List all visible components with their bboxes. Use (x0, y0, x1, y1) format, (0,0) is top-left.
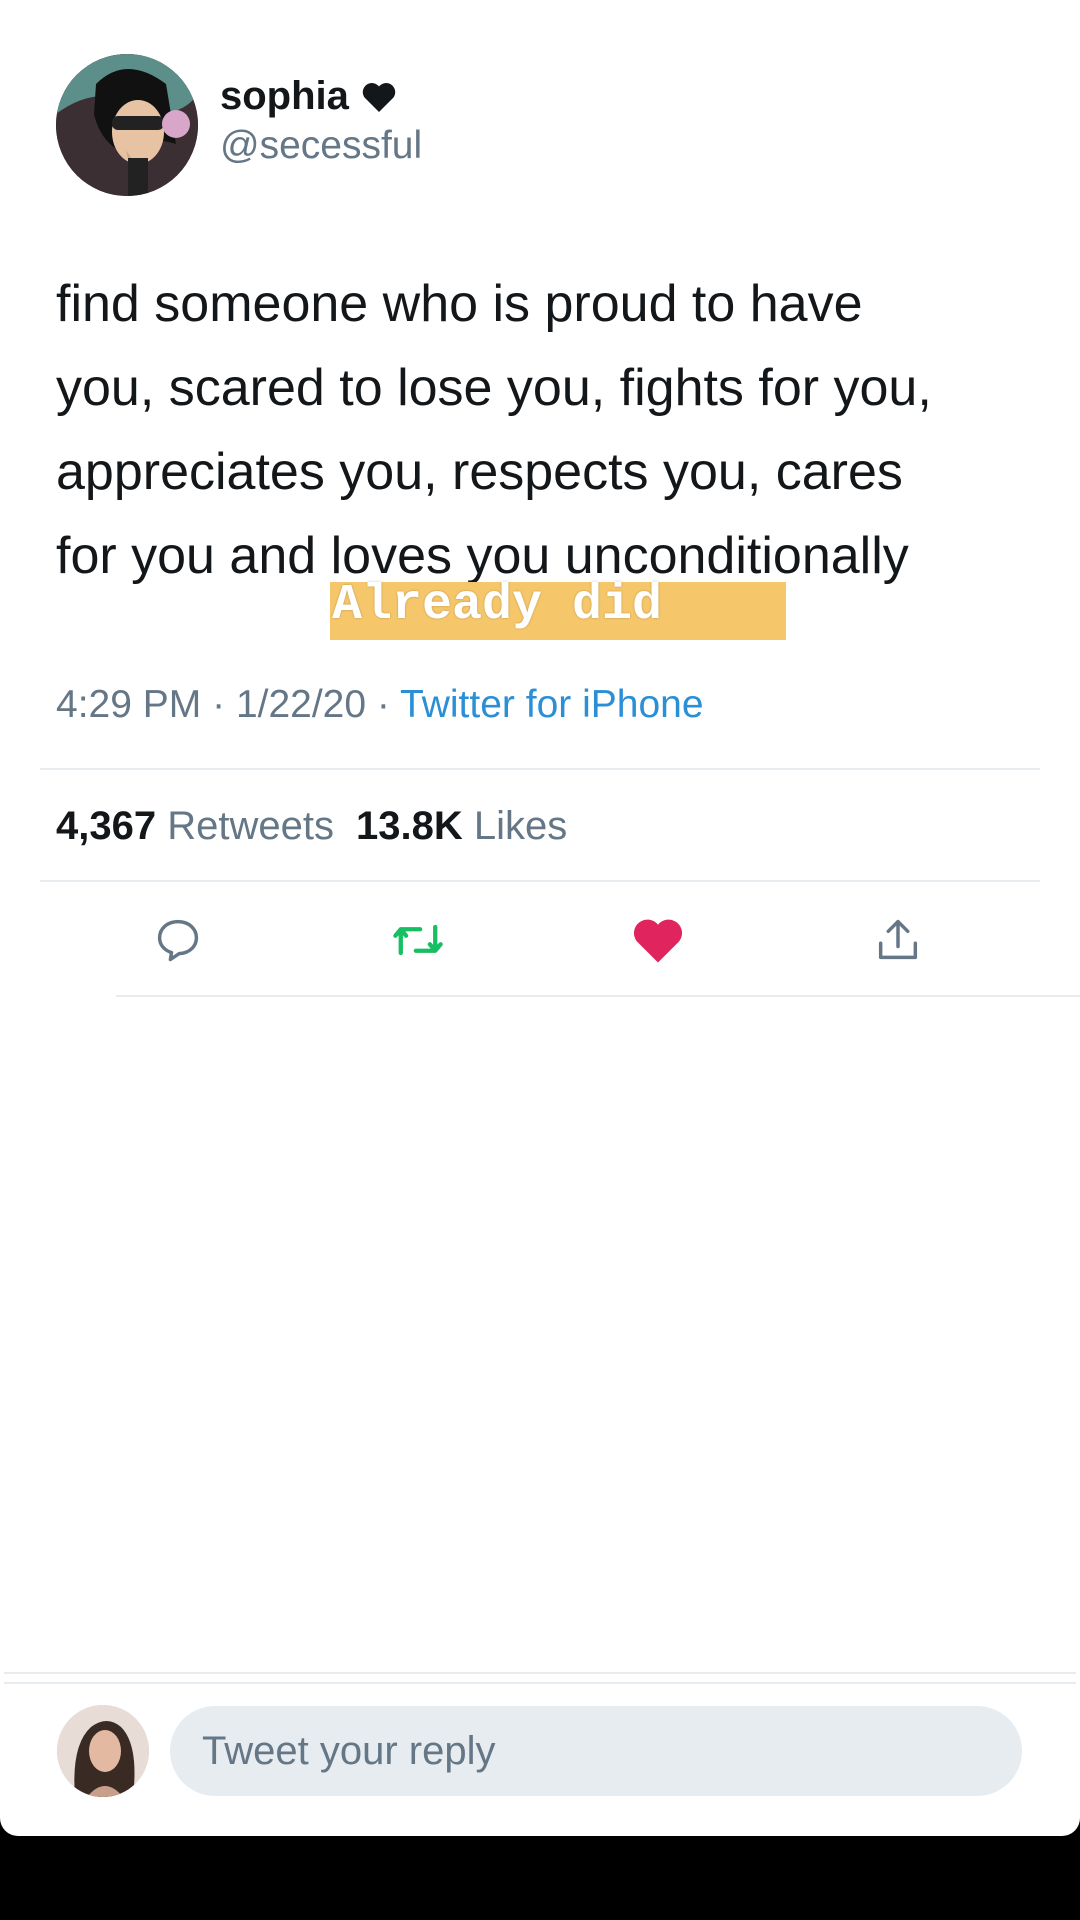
like-button[interactable] (630, 912, 686, 968)
reply-placeholder: Tweet your reply (202, 1728, 496, 1773)
share-button[interactable] (870, 912, 926, 968)
retweet-icon (393, 924, 443, 956)
current-user-avatar[interactable] (57, 1705, 149, 1797)
reply-button[interactable] (150, 912, 206, 968)
reply-input[interactable]: Tweet your reply (170, 1706, 1022, 1796)
cartoon-avatar-image (56, 54, 198, 196)
tweet-stats: 4,367 Retweets 13.8K Likes (56, 804, 567, 849)
story-caption-sticker: Already did (330, 581, 786, 640)
profile-photo-image (57, 1705, 149, 1797)
tweet-date: 1/22/20 (235, 683, 367, 726)
divider (116, 995, 1080, 997)
comment-icon (157, 919, 199, 962)
author-handle[interactable]: @secessful (220, 124, 422, 168)
divider (40, 768, 1040, 770)
author-avatar[interactable] (56, 54, 198, 196)
retweets-count: 4,367 (56, 804, 157, 848)
tweet-source-link[interactable]: Twitter for iPhone (400, 683, 703, 726)
tweet-text: find someone who is proud to have you, s… (56, 275, 932, 585)
author-display-name[interactable]: sophia (220, 74, 349, 119)
meta-separator: · (212, 683, 226, 726)
tweet-detail-screen: sophia @secessful find someone who is pr… (0, 0, 1080, 1836)
likes-stat[interactable]: 13.8K Likes (356, 804, 567, 849)
retweets-stat[interactable]: 4,367 Retweets (56, 804, 334, 849)
divider (4, 1672, 1076, 1674)
retweets-label: Retweets (167, 804, 334, 848)
likes-count: 13.8K (355, 804, 463, 848)
share-icon (878, 919, 918, 960)
retweet-button[interactable] (390, 912, 446, 968)
tweet-time: 4:29 PM (56, 683, 202, 726)
black-heart-icon (362, 82, 396, 112)
divider (40, 880, 1040, 882)
tweet-meta: 4:29 PM · 1/22/20 · Twitter for iPhone (56, 683, 704, 727)
divider (4, 1682, 1076, 1684)
heart-icon (633, 919, 683, 963)
meta-separator: · (376, 683, 390, 726)
author-display-name-row[interactable]: sophia (220, 74, 397, 119)
likes-label: Likes (473, 804, 568, 848)
